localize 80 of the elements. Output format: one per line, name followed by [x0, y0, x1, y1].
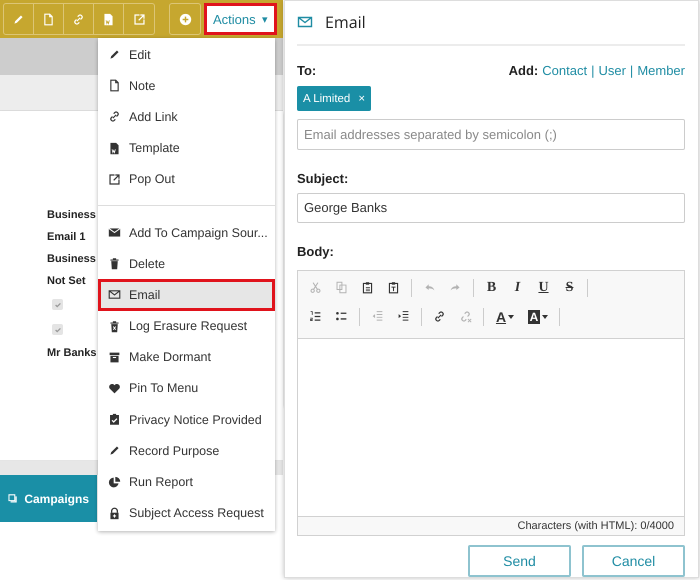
menu-item[interactable]: Note: [98, 70, 275, 102]
menu-item[interactable]: Email: [98, 279, 275, 310]
menu-item[interactable]: Log Erasure Request: [98, 310, 275, 342]
field-label: Mr Banks: [47, 346, 97, 361]
plus-icon: [178, 12, 192, 26]
pencil-icon: [12, 12, 25, 26]
menu-item[interactable]: Privacy Notice Provided: [98, 404, 275, 436]
paste-text-icon: [387, 281, 400, 294]
campaigns-tab[interactable]: Campaigns: [0, 475, 97, 522]
field-label: Subject:: [297, 171, 348, 186]
lock-icon: [108, 506, 121, 520]
page-icon: [42, 12, 55, 26]
pencil-icon: [108, 48, 121, 62]
menu-item[interactable]: Make Dormant: [98, 342, 275, 373]
popout-icon: [108, 172, 121, 186]
indent-icon: [397, 310, 410, 324]
actions-button[interactable]: Actions ▾: [204, 3, 277, 35]
menu-item[interactable]: Subject Access Request: [98, 498, 275, 529]
envelope-icon: [108, 288, 121, 302]
field-label: Add:: [508, 62, 538, 78]
add-link[interactable]: User: [598, 62, 626, 78]
dialog-button[interactable]: Cancel: [582, 545, 685, 577]
erase-icon: [108, 320, 121, 333]
checkbox[interactable]: [52, 324, 63, 335]
heart-icon: [108, 382, 121, 395]
outdent-icon: [371, 310, 384, 324]
archive-icon: [108, 350, 121, 364]
dialog-title: Email: [325, 11, 366, 34]
strikethrough-button[interactable]: S: [558, 276, 581, 299]
paste-icon: [361, 281, 374, 294]
check-icon: [54, 326, 62, 334]
field-label: Body:: [297, 244, 334, 260]
menu-item[interactable]: Record Purpose: [98, 435, 275, 466]
recipient-tag: A Limited ×: [297, 86, 372, 112]
page-icon: [108, 79, 121, 92]
checkbox[interactable]: [52, 299, 63, 310]
check-icon: [54, 300, 62, 308]
link-icon: [433, 310, 446, 324]
link-icon: [72, 12, 85, 26]
email-field[interactable]: Email addresses separated by semicolon (;): [297, 119, 685, 150]
dialog-button[interactable]: Send: [468, 545, 571, 577]
menu-item[interactable]: Pop Out: [98, 164, 275, 195]
separator: |: [630, 62, 634, 78]
underline-button[interactable]: U: [532, 276, 555, 299]
menu-item[interactable]: Pin To Menu: [98, 372, 275, 404]
field-label: Business: [47, 252, 96, 267]
caret-icon: [542, 314, 548, 319]
document-icon: [102, 12, 115, 26]
field-label: To:: [297, 62, 316, 78]
add-link[interactable]: Member: [637, 62, 685, 78]
clipboard-icon: [108, 413, 121, 426]
document-icon: [108, 142, 121, 155]
menu-item[interactable]: Template: [98, 132, 275, 164]
popout-icon: [132, 12, 146, 26]
menu-item[interactable]: Run Report: [98, 466, 275, 498]
add-link[interactable]: Contact: [542, 62, 588, 78]
background-color-button[interactable]: A: [523, 306, 553, 328]
field-label: Not Set: [47, 274, 86, 289]
pencil-icon: [108, 444, 121, 458]
menu-item[interactable]: Add To Campaign Sour...: [98, 216, 275, 248]
pie-chart-icon: [108, 476, 121, 489]
trash-icon: [108, 257, 121, 270]
link-icon: [108, 110, 121, 124]
field-label: Email 1: [47, 230, 86, 245]
envelope-icon: [108, 226, 121, 240]
character-count: Characters (with HTML): 0/4000: [298, 516, 684, 535]
unlink-icon: [459, 310, 472, 324]
menu-item[interactable]: Add Link: [98, 101, 275, 133]
subject-field[interactable]: George Banks: [297, 192, 685, 224]
scissors-icon: [309, 281, 322, 294]
italic-button[interactable]: I: [506, 276, 529, 299]
field-label: Business: [47, 208, 96, 223]
numbered-list-icon: [309, 310, 322, 324]
menu-item[interactable]: Delete: [98, 248, 275, 280]
remove-button[interactable]: ×: [358, 92, 366, 105]
bold-button[interactable]: B: [480, 276, 503, 299]
caret-icon: [508, 314, 514, 319]
text-color-button[interactable]: A: [490, 306, 520, 328]
separator: |: [591, 62, 594, 78]
copy-icon: [335, 281, 348, 294]
